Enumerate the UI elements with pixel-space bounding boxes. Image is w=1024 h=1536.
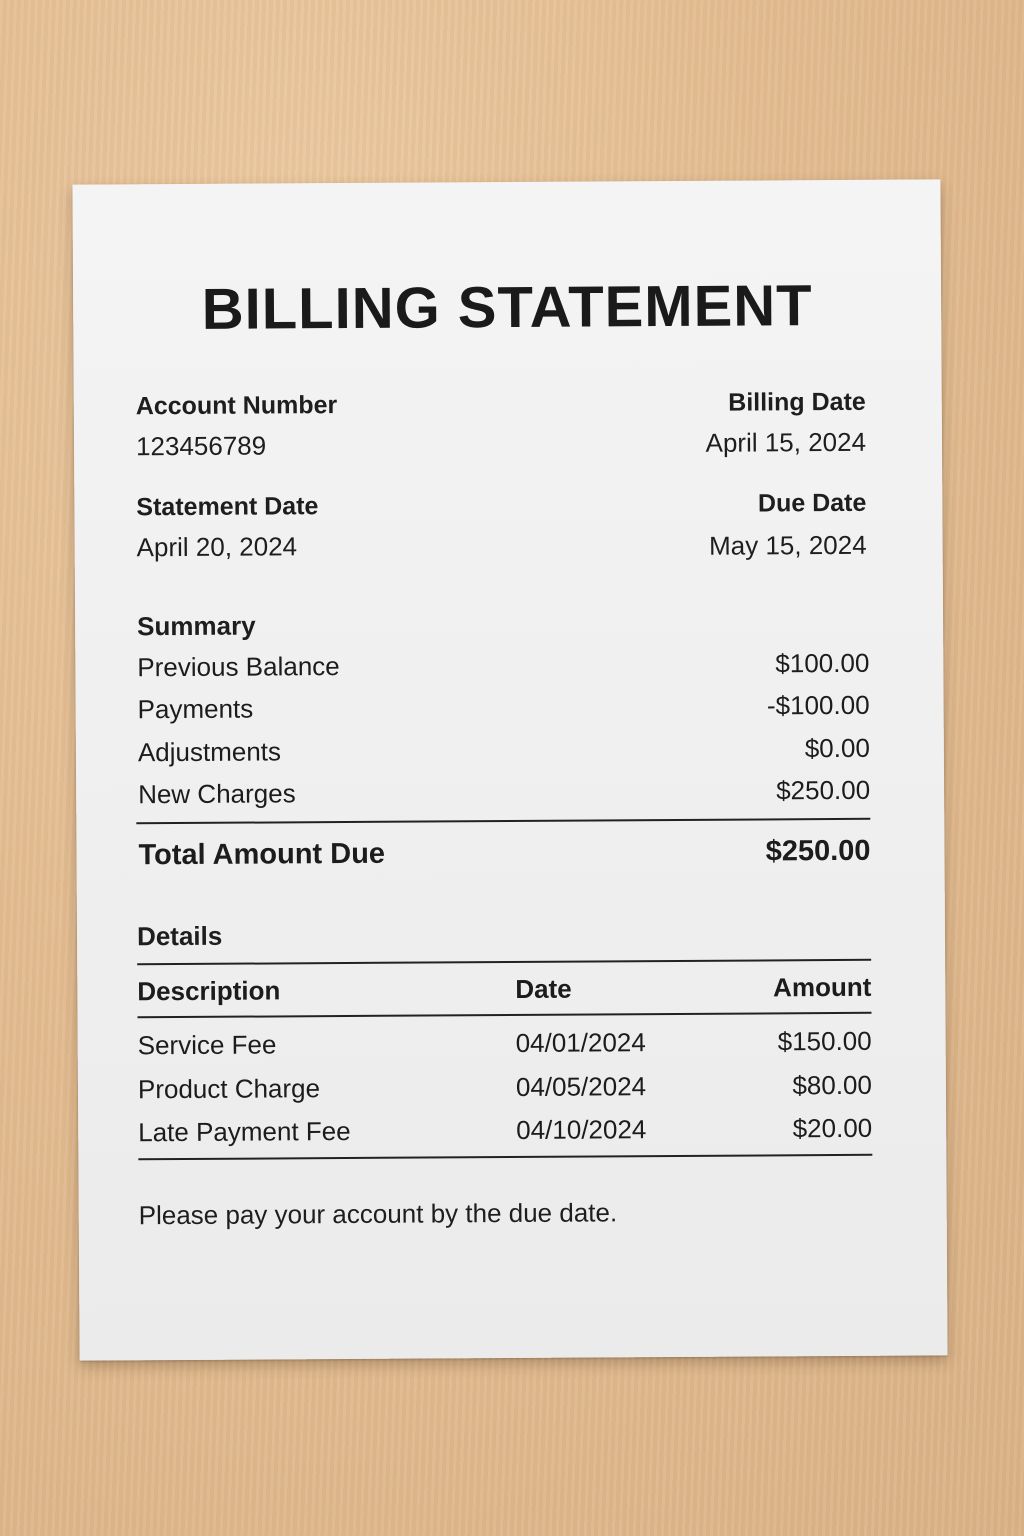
statement-date-value: April 20, 2024 (136, 531, 298, 563)
summary-row-amount: $100.00 (775, 647, 870, 679)
billing-date-label: Billing Date (728, 387, 866, 417)
row-description: Late Payment Fee (138, 1115, 351, 1148)
row-date: 04/05/2024 (515, 1071, 647, 1102)
row-date: 04/10/2024 (516, 1114, 647, 1145)
column-header-description: Description (137, 975, 281, 1007)
row-date: 04/01/2024 (515, 1027, 646, 1058)
account-number-value: 123456789 (135, 430, 267, 462)
summary-row-amount: $0.00 (804, 732, 870, 764)
summary-row-amount: -$100.00 (766, 689, 870, 721)
due-date-value: May 15, 2024 (708, 529, 867, 561)
summary-divider (136, 817, 871, 825)
footer-note: Please pay your account by the due date. (138, 1197, 618, 1231)
details-header-row: Description Date Amount (137, 972, 871, 1008)
row-amount: $20.00 (792, 1112, 873, 1144)
summary-title: Summary (137, 610, 256, 642)
page-title: BILLING STATEMENT (201, 273, 813, 342)
row-description: Service Fee (137, 1029, 277, 1061)
row-description: Product Charge (137, 1073, 321, 1105)
summary-row-label: Previous Balance (137, 651, 340, 683)
table-row: Product Charge 04/05/2024 $80.00 (138, 1070, 872, 1106)
details-title: Details (136, 920, 223, 952)
summary-row-label: Adjustments (137, 736, 282, 768)
table-row: Service Fee 04/01/2024 $150.00 (138, 1026, 872, 1062)
total-amount-due-label: Total Amount Due (138, 837, 386, 872)
account-number-label: Account Number (135, 391, 338, 421)
billing-statement-page: BILLING STATEMENT Account Number 1234567… (72, 179, 948, 1361)
column-header-date: Date (515, 973, 572, 1004)
details-top-divider (137, 958, 872, 966)
row-amount: $80.00 (792, 1069, 873, 1101)
details-bottom-divider (138, 1153, 873, 1161)
summary-row-label: Payments (137, 693, 254, 725)
row-amount: $150.00 (777, 1025, 872, 1057)
column-header-amount: Amount (773, 971, 872, 1003)
statement-date-label: Statement Date (136, 492, 319, 522)
billing-date-value: April 15, 2024 (705, 426, 867, 458)
summary-row-label: New Charges (138, 778, 296, 810)
details-header-divider (137, 1011, 872, 1019)
total-amount-due-value: $250.00 (765, 834, 871, 868)
summary-row: Previous Balance $100.00 (137, 648, 869, 684)
summary-row: Adjustments $0.00 (138, 733, 870, 769)
table-row: Late Payment Fee 04/10/2024 $20.00 (138, 1113, 872, 1149)
summary-row: Payments -$100.00 (138, 690, 870, 726)
summary-row-amount: $250.00 (776, 774, 871, 806)
summary-row: New Charges $250.00 (138, 775, 870, 811)
total-amount-due-row: Total Amount Due $250.00 (138, 835, 870, 871)
due-date-label: Due Date (757, 488, 867, 518)
